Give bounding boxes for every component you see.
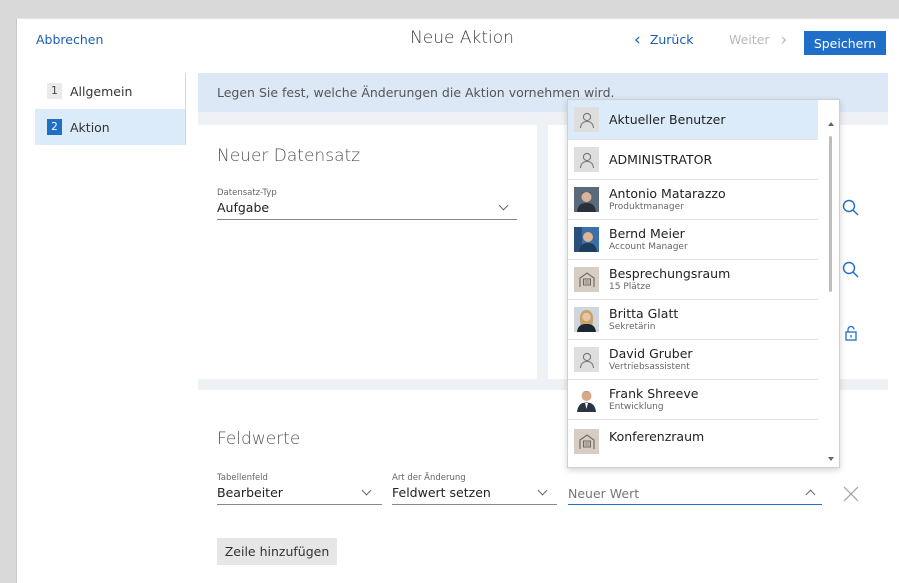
item-subtitle: 15 Plätze (609, 282, 651, 292)
close-icon[interactable] (843, 486, 859, 502)
room-icon (574, 267, 599, 292)
list-item[interactable]: Britta Glatt Sekretärin (568, 300, 818, 340)
change-type-value[interactable]: Feldwert setzen (392, 485, 491, 500)
chevron-down-icon[interactable] (537, 485, 548, 496)
field-underline (217, 219, 517, 220)
dropdown-scrollbar[interactable] (821, 100, 839, 467)
list-item[interactable]: Frank Shreeve Entwicklung (568, 380, 818, 420)
record-type-value[interactable]: Aufgabe (217, 200, 269, 215)
field-underline (392, 504, 557, 505)
list-item[interactable]: Bernd Meier Account Manager (568, 220, 818, 260)
lock-icon[interactable] (844, 325, 858, 341)
record-type-label: Datensatz-Typ (217, 188, 277, 198)
card-title: Feldwerte (217, 429, 301, 449)
add-row-button[interactable]: Zeile hinzufügen (217, 538, 337, 565)
scroll-thumb[interactable] (829, 136, 832, 292)
search-icon[interactable] (842, 261, 860, 279)
list-item[interactable]: Aktueller Benutzer (568, 100, 818, 140)
item-name: Frank Shreeve (609, 386, 699, 401)
list-item[interactable]: Konferenzraum (568, 420, 818, 460)
list-item[interactable]: Besprechungsraum 15 Plätze (568, 260, 818, 300)
item-name: Konferenzraum (609, 429, 705, 444)
item-name: Besprechungsraum (609, 266, 731, 281)
item-name: David Gruber (609, 346, 693, 361)
next-button[interactable]: Weiter › (729, 29, 788, 50)
back-button-label: Zurück (649, 32, 694, 47)
table-field-value[interactable]: Bearbeiter (217, 485, 283, 500)
chevron-left-icon: ‹ (634, 29, 641, 50)
back-button[interactable]: ‹ Zurück (634, 29, 694, 50)
item-name: Britta Glatt (609, 306, 679, 321)
next-button-label: Weiter (729, 32, 770, 47)
person-icon (574, 107, 599, 132)
chevron-right-icon: › (780, 29, 788, 50)
step-label: Aktion (70, 119, 110, 135)
item-subtitle: Sekretärin (609, 322, 656, 332)
field-underline-active (568, 504, 822, 505)
list-item[interactable]: David Gruber Vertriebsassistent (568, 340, 818, 380)
avatar (574, 387, 599, 412)
item-name: ADMINISTRATOR (609, 152, 713, 167)
item-name: Antonio Matarazzo (609, 186, 726, 201)
sidebar-divider (185, 73, 186, 145)
chevron-up-icon[interactable] (805, 489, 816, 500)
person-icon (574, 347, 599, 372)
scroll-up-arrow-icon[interactable] (828, 122, 834, 126)
search-icon[interactable] (842, 199, 860, 217)
save-button[interactable]: Speichern (804, 31, 886, 55)
field-underline (217, 504, 382, 505)
avatar (574, 187, 599, 212)
step-label: Allgemein (70, 83, 133, 99)
table-field-label: Tabellenfeld (217, 473, 268, 483)
new-record-card: Neuer Datensatz Datensatz-Typ Aufgabe (198, 125, 537, 379)
room-icon (574, 429, 599, 454)
step-number: 1 (47, 83, 62, 99)
avatar (574, 227, 599, 252)
dialog-window: Abbrechen Neue Aktion ‹ Zurück Weiter › … (16, 18, 899, 583)
value-dropdown-list: Aktueller Benutzer ADMINISTRATOR Antonio… (567, 99, 840, 468)
list-item[interactable]: ADMINISTRATOR (568, 140, 818, 180)
sidebar-item-aktion[interactable]: 2 Aktion (35, 109, 185, 145)
step-number: 2 (47, 119, 62, 135)
change-type-label: Art der Änderung (392, 473, 466, 483)
sidebar-item-allgemein[interactable]: 1 Allgemein (35, 73, 185, 109)
header-bar: Abbrechen Neue Aktion ‹ Zurück Weiter › … (17, 19, 899, 65)
new-value-input[interactable]: Neuer Wert (568, 486, 639, 501)
list-item[interactable]: Antonio Matarazzo Produktmanager (568, 180, 818, 220)
step-sidebar: 1 Allgemein 2 Aktion (35, 73, 185, 145)
item-name: Bernd Meier (609, 226, 685, 241)
scroll-down-arrow-icon[interactable] (828, 457, 834, 461)
item-name: Aktueller Benutzer (609, 112, 726, 127)
chevron-down-icon[interactable] (361, 485, 372, 496)
chevron-down-icon[interactable] (498, 200, 509, 211)
item-subtitle: Account Manager (609, 242, 688, 252)
person-icon (574, 147, 599, 172)
item-subtitle: Vertriebsassistent (609, 362, 690, 372)
avatar (574, 307, 599, 332)
card-title: Neuer Datensatz (217, 146, 361, 166)
item-subtitle: Entwicklung (609, 402, 664, 412)
item-subtitle: Produktmanager (609, 202, 684, 212)
